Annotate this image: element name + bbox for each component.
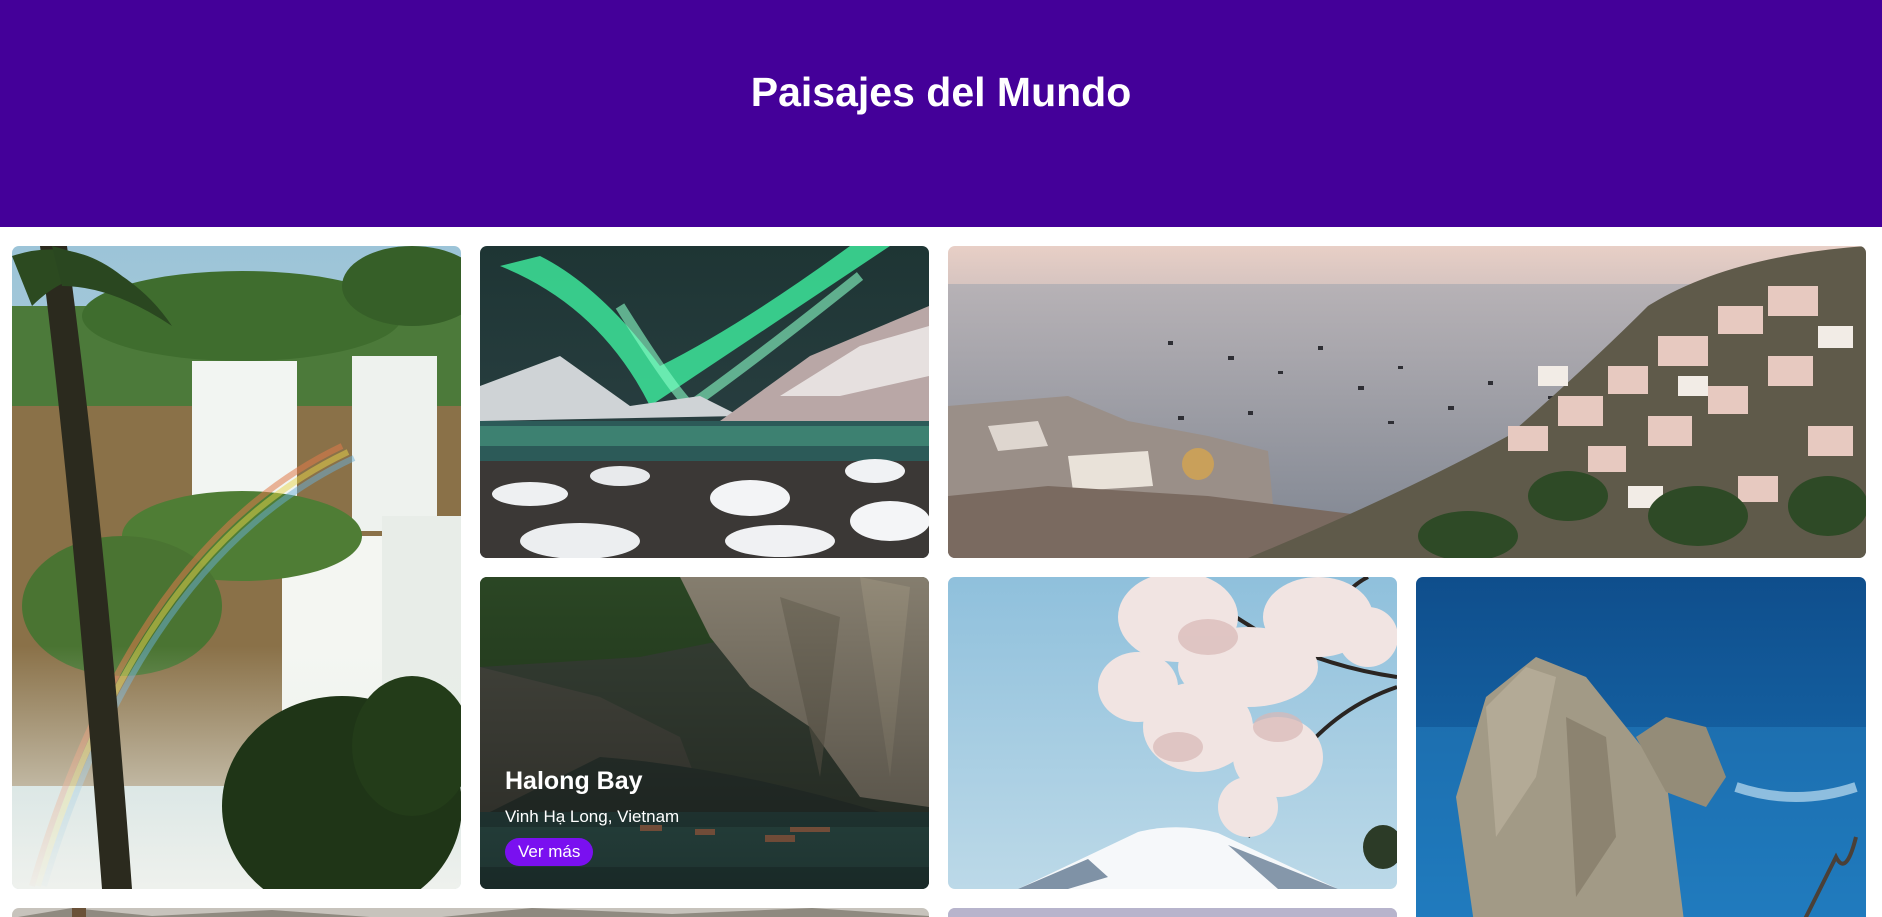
coastal-town-photo bbox=[948, 246, 1866, 558]
gallery-card-sea-cliffs[interactable] bbox=[1416, 577, 1866, 917]
card-location: Vinh Hạ Long, Vietnam bbox=[505, 807, 680, 826]
gallery-card-sky[interactable] bbox=[948, 908, 1397, 917]
gallery-card-halong-bay[interactable]: Halong Bay Vinh Hạ Long, Vietnam Ver más bbox=[480, 577, 929, 889]
card-title: Halong Bay bbox=[505, 767, 643, 795]
gallery-card-aurora[interactable] bbox=[480, 246, 929, 558]
mountain-blossoms-photo bbox=[948, 577, 1397, 889]
gallery-card-coastal-town[interactable] bbox=[948, 246, 1866, 558]
sea-cliffs-photo bbox=[1416, 577, 1866, 917]
gallery-card-mountain-blossoms[interactable] bbox=[948, 577, 1397, 889]
gallery-card-waterfall[interactable] bbox=[12, 246, 461, 889]
mountains-photo bbox=[12, 908, 929, 917]
aurora-photo bbox=[480, 246, 929, 558]
gallery-card-mountains[interactable] bbox=[12, 908, 929, 917]
page-title: Paisajes del Mundo bbox=[750, 69, 1132, 115]
sky-photo bbox=[948, 908, 1397, 917]
see-more-button[interactable]: Ver más bbox=[505, 838, 594, 866]
waterfall-photo bbox=[12, 246, 461, 889]
page-header: Paisajes del Mundo bbox=[0, 0, 1882, 227]
card-caption: Halong Bay Vinh Hạ Long, Vietnam Ver más bbox=[505, 767, 679, 866]
